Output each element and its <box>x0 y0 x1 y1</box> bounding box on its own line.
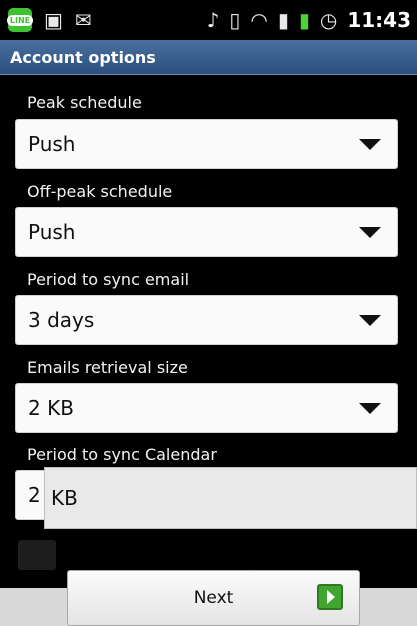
mail-icon: ✉ <box>74 8 92 32</box>
spinner-value: 2 <box>28 483 41 507</box>
status-time: 11:43 <box>347 8 411 32</box>
dropdown-arrow-icon <box>359 138 381 150</box>
next-button[interactable]: Next <box>67 570 360 626</box>
title-bar: Account options <box>0 40 417 75</box>
status-bar: LINE ▣ ✉ ♪ ▯ ◠ ▮ ▮ ◷ 11:43 <box>0 0 417 40</box>
dropdown-arrow-icon <box>359 226 381 238</box>
briefcase-icon: ▣ <box>44 8 63 32</box>
dropdown-arrow-icon <box>359 402 381 414</box>
off-peak-schedule-spinner[interactable]: Push <box>15 207 398 257</box>
period-sync-calendar-label: Period to sync Calendar <box>27 445 217 464</box>
notify-checkbox[interactable] <box>18 540 56 570</box>
wifi-icon: ◠ <box>250 8 268 32</box>
spinner-value: Push <box>28 132 76 156</box>
spinner-value: Push <box>28 220 76 244</box>
peak-schedule-spinner[interactable]: Push <box>15 119 398 169</box>
email-retrieval-size-spinner[interactable]: 2 KB <box>15 383 398 433</box>
peak-schedule-label: Peak schedule <box>27 93 142 112</box>
spinner-value: 3 days <box>28 308 95 332</box>
next-label: Next <box>193 588 234 608</box>
email-retrieval-size-label: Emails retrieval size <box>27 358 188 377</box>
signal-icon: ▮ <box>277 8 289 32</box>
dropdown-arrow-icon <box>359 314 381 326</box>
spinner-value: 2 KB <box>28 396 74 420</box>
page-title: Account options <box>10 47 156 67</box>
battery-icon: ▮ <box>298 8 310 32</box>
period-sync-email-label: Period to sync email <box>27 270 190 289</box>
period-sync-email-spinner[interactable]: 3 days <box>15 295 398 345</box>
next-arrow-icon <box>317 584 343 610</box>
mute-icon: ♪ <box>206 8 220 32</box>
popup-option-text: KB <box>51 486 78 510</box>
alarm-icon: ◷ <box>319 8 338 32</box>
vibrate-icon: ▯ <box>229 8 241 32</box>
line-app-icon: LINE <box>6 8 34 32</box>
size-option-popup[interactable]: KB <box>44 467 417 529</box>
off-peak-schedule-label: Off-peak schedule <box>27 182 173 201</box>
